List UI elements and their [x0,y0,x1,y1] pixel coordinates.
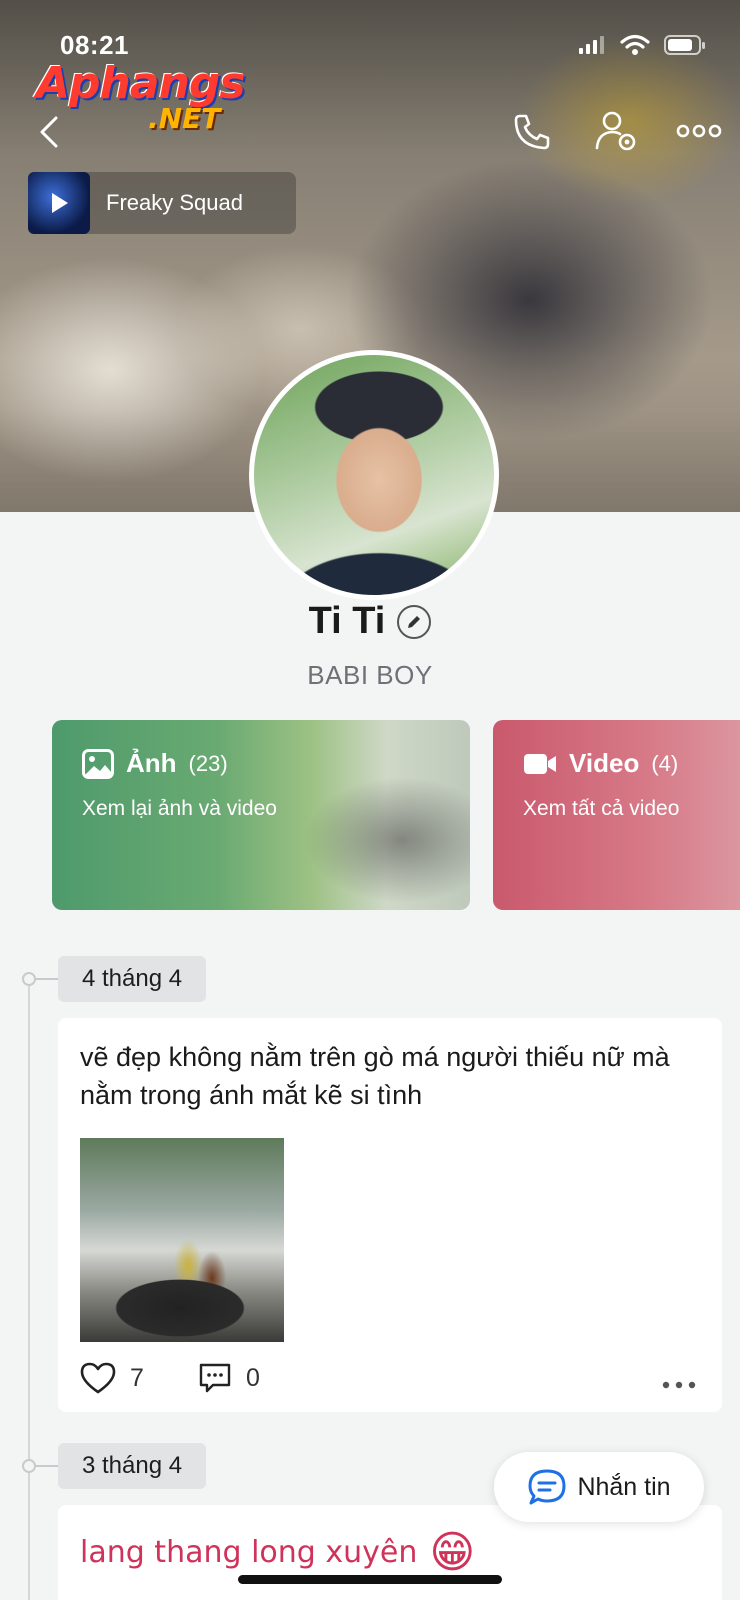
profile-settings-button[interactable] [594,108,640,154]
post-actions: 7 0 [58,1342,722,1418]
photos-card-count: (23) [188,750,228,776]
timeline-dot [22,1459,36,1473]
comment-button[interactable]: 0 [198,1362,260,1394]
timeline-connector [36,1465,58,1467]
video-camera-icon [524,753,556,774]
post-text: lang thang long xuyên [80,1535,418,1570]
music-artwork[interactable] [28,172,90,234]
pencil-icon [408,615,421,628]
more-dots-icon [662,1381,696,1389]
timeline-date: 3 tháng 4 [58,1443,207,1489]
status-icons [578,34,706,56]
like-button[interactable]: 7 [80,1362,144,1394]
videos-card-subtitle: Xem tất cả video [523,797,680,820]
post-more-button[interactable] [662,1376,696,1394]
profile-settings-icon [595,111,636,151]
watermark-logo: Aphangs .NET [36,58,246,135]
image-icon [82,748,114,779]
comment-count: 0 [246,1363,260,1392]
home-indicator[interactable] [238,1575,502,1584]
comment-icon [199,1363,231,1393]
grin-emoji: 😁 [429,1527,476,1578]
wifi-icon [620,34,650,55]
more-options-button[interactable] [676,118,722,144]
timeline-line [28,978,30,1600]
timeline-date: 4 tháng 4 [58,956,207,1002]
battery-icon [664,35,705,55]
status-time: 08:21 [60,30,129,60]
profile-music-widget[interactable]: Freaky Squad [28,172,296,234]
play-icon [52,193,68,213]
more-horizontal-icon [676,124,722,138]
music-title: Freaky Squad [106,190,243,215]
back-chevron-icon [40,116,58,148]
profile-name: Ti Ti [308,600,386,642]
message-button[interactable]: Nhắn tin [494,1452,704,1522]
videos-card-title: Video [569,748,640,778]
message-button-label: Nhắn tin [577,1472,671,1501]
photos-card-subtitle: Xem lại ảnh và video [82,797,277,820]
phone-icon [514,114,550,150]
videos-card-count: (4) [651,750,679,776]
profile-status: BABI BOY [307,660,433,690]
cellular-signal-icon [579,36,604,54]
edit-name-button[interactable] [397,604,432,639]
photos-card-title: Ảnh [126,748,177,778]
chat-bubble-icon [528,1469,566,1505]
back-button[interactable] [30,112,70,152]
header-actions [0,108,740,158]
post-text: vẽ đẹp không nằm trên gò má người thiếu … [80,1042,670,1110]
profile-name-row: Ti Ti [0,600,740,643]
post-photo[interactable] [80,1138,284,1342]
like-count: 7 [130,1363,144,1392]
call-button[interactable] [510,110,554,154]
videos-card[interactable]: Video (4) Xem tất cả video [493,720,740,910]
timeline-connector [36,978,58,980]
profile-avatar[interactable] [249,350,499,600]
heart-icon [80,1362,116,1394]
timeline-dot [22,972,36,986]
timeline-post[interactable]: vẽ đẹp không nằm trên gò má người thiếu … [58,1018,722,1412]
photos-card[interactable]: Ảnh (23) Xem lại ảnh và video [52,720,470,910]
